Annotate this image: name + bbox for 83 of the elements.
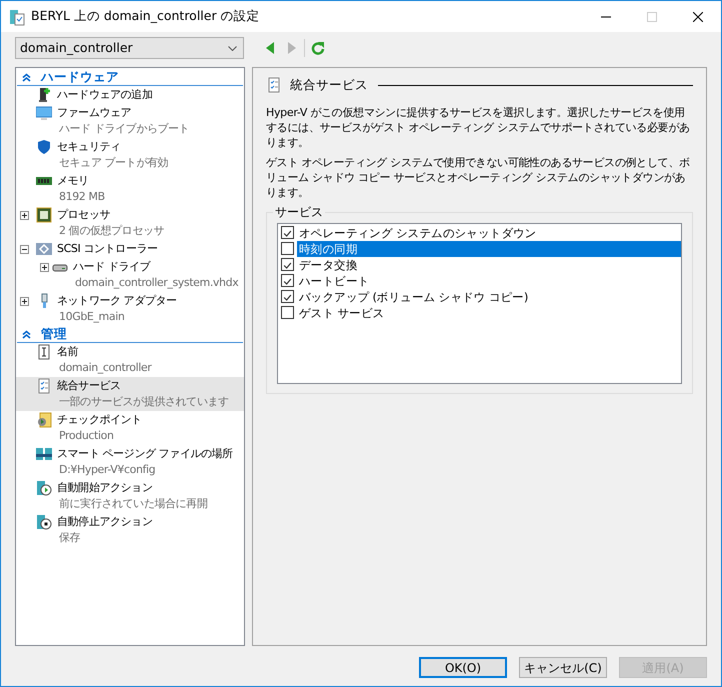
tree-item[interactable]: ネットワーク アダプター 10GbE_main [16,292,244,326]
dialog-button[interactable]: OK(O) [419,657,507,678]
description-text: ゲスト オペレーティング システムで使用できない可能性のあるサービスの例として、ボリューム シャドウ コピー サービスとオペレーティング システムのシャットダウンがあります。 [266,154,691,200]
tree-item[interactable]: ファームウェア ハード ドライブからブート [16,104,244,138]
item-detail: 8192 MB [59,189,105,205]
section-header: 管理 [41,324,67,343]
tree-item[interactable]: セキュリティ セキュア ブートが有効 [16,138,244,172]
item-label: ファームウェア [57,105,132,121]
tree-item[interactable]: チェックポイント Production [16,411,244,445]
refresh-icon[interactable] [311,41,325,55]
item-detail: D:¥Hyper-V¥config [59,462,156,478]
item-label: プロセッサ [57,207,112,223]
service-item[interactable]: データ交換 [297,256,681,273]
item-label: ハード ドライブ [73,259,152,275]
tree-item[interactable]: メモリ 8192 MB [16,172,244,206]
window-title: BERYL 上の domain_controller の設定 [31,7,261,26]
item-label: ハードウェアの追加 [57,87,152,103]
tree-item[interactable]: 統合サービス 一部のサービスが提供されています [16,377,244,411]
expand-icon[interactable] [40,262,49,272]
checkbox[interactable] [281,242,294,256]
tree-item[interactable]: ハード ドライブ domain_controller_system.vhdx [16,258,244,292]
checklist-icon [266,77,280,94]
tree-item[interactable]: 自動開始アクション 前に実行されていた場合に再開 [16,479,244,513]
chip-icon [36,207,52,223]
item-detail: 一部のサービスが提供されています [59,394,229,410]
tree-item[interactable]: プロセッサ 2 個の仮想プロセッサ [16,206,244,240]
expand-icon[interactable] [20,296,29,306]
checkbox[interactable] [281,258,294,272]
checkbox[interactable] [281,274,294,288]
checkbox[interactable] [281,290,294,304]
group-label: サービス [273,204,325,220]
service-item[interactable]: 時刻の同期 [297,240,681,257]
description-text: Hyper-V がこの仮想マシンに提供するサービスを選択します。選択したサービスを使用するには、サービスがゲスト オペレーティング システムでサポートされている必要があります。 [266,104,691,150]
play-icon [36,480,52,496]
monitor-icon [36,105,52,121]
collapse-icon[interactable] [20,244,29,254]
item-label: 統合サービス [57,378,122,394]
item-detail: 前に実行されていた場合に再開 [59,496,208,512]
section-header: ハードウェア [41,68,119,86]
item-detail: domain_controller [59,360,152,376]
checklist-icon [36,378,52,394]
shield-icon [36,139,52,155]
item-detail: 2 個の仮想プロセッサ [59,223,164,239]
expand-icon[interactable] [20,210,29,220]
service-item[interactable]: バックアップ (ボリューム シャドウ コピー) [297,288,681,305]
item-label: SCSI コントローラー [57,241,158,257]
tree-item[interactable]: 自動停止アクション 保存 [16,513,244,547]
text-cursor-icon [36,344,52,360]
close-icon[interactable] [693,12,703,22]
item-label: チェックポイント [57,412,142,428]
item-label: メモリ [57,173,90,189]
item-detail: 保存 [59,530,82,546]
stop-icon [36,514,52,530]
panel-title: 統合サービス [290,76,368,94]
maximize-icon [647,12,657,22]
service-item[interactable]: ハートビート [297,272,681,289]
dialog-button[interactable]: キャンセル(C) [519,657,607,678]
service-item[interactable]: ゲスト サービス [297,304,681,321]
tree-item[interactable]: SCSI コントローラー [16,240,244,258]
item-label: ネットワーク アダプター [57,293,177,309]
chevron-down-icon [228,46,237,50]
item-detail: 10GbE_main [59,309,126,325]
checkbox[interactable] [281,306,294,320]
item-detail: ハード ドライブからブート [59,121,190,137]
item-label: スマート ページング ファイルの場所 [57,446,233,462]
tree-item[interactable]: スマート ページング ファイルの場所 D:¥Hyper-V¥config [16,445,244,479]
controller-icon [36,241,52,257]
item-label: 自動停止アクション [57,514,152,530]
app-icon [9,8,25,26]
tree-item[interactable]: 名前 domain_controller [16,343,244,377]
item-label: 名前 [57,344,80,360]
item-detail: セキュア ブートが有効 [59,155,168,171]
item-label: 自動開始アクション [57,480,154,496]
server-icon [36,446,52,462]
item-label: セキュリティ [57,139,122,155]
tree-item[interactable]: ハードウェアの追加 [16,86,244,104]
add-hardware-icon [36,87,52,103]
service-item[interactable]: オペレーティング システムのシャットダウン [297,224,681,241]
folder-icon [36,412,52,428]
item-detail: domain_controller_system.vhdx [75,275,238,291]
checkbox[interactable] [281,226,294,240]
item-detail: Production [59,428,115,444]
vm-dropdown[interactable]: domain_controller [15,37,244,59]
